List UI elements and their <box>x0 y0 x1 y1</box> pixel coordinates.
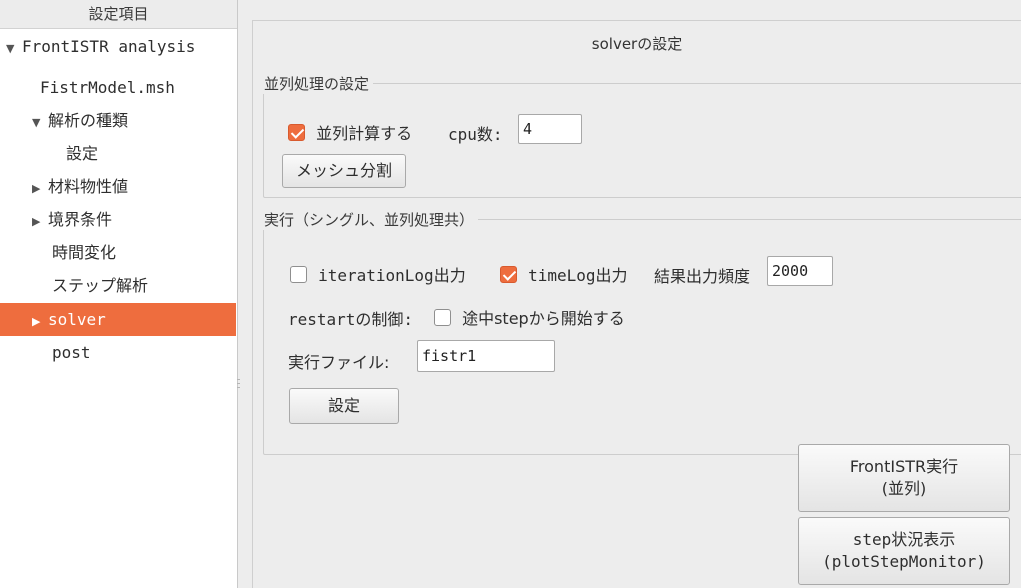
mesh-split-button[interactable]: メッシュ分割 <box>282 154 406 188</box>
set-button[interactable]: 設定 <box>289 388 399 424</box>
run-button-line2: (並列) <box>881 479 927 498</box>
tree-panel: 設定項目 ▼ FrontISTR analysis FistrModel.msh … <box>0 0 238 588</box>
frontistr-run-button[interactable]: FrontISTR実行 (並列) <box>798 444 1010 512</box>
tree-item-frontistr-analysis[interactable]: ▼ FrontISTR analysis <box>0 30 236 63</box>
expand-arrow-icon[interactable]: ▶ <box>32 172 48 205</box>
parallel-checkbox-row[interactable]: 並列計算する <box>288 120 412 144</box>
cpu-count-label: cpu数: <box>448 125 503 144</box>
iteration-log-label: iterationLog出力 <box>318 266 466 285</box>
time-log-label: timeLog出力 <box>528 266 628 285</box>
tree-item-boundary[interactable]: ▶ 境界条件 <box>0 203 236 236</box>
tree-item-label: FistrModel.msh <box>40 78 175 97</box>
time-log-checkbox-row[interactable]: timeLog出力 <box>500 262 628 286</box>
restart-checkbox-label: 途中stepから開始する <box>462 309 625 328</box>
tree-item-label: 材料物性値 <box>48 177 129 196</box>
tree-item-label: solver <box>48 310 106 329</box>
restart-checkbox-row[interactable]: 途中stepから開始する <box>434 305 625 329</box>
tree-item-label: post <box>52 343 91 362</box>
step-monitor-button[interactable]: step状況表示 (plotStepMonitor) <box>798 517 1010 585</box>
cpu-count-input[interactable]: 4 <box>518 114 582 144</box>
expand-arrow-icon[interactable]: ▶ <box>32 205 48 238</box>
parallel-checkbox[interactable] <box>288 123 305 141</box>
tree-item-post[interactable]: post <box>0 336 236 369</box>
tree-item-label: 解析の種類 <box>48 111 129 130</box>
expand-arrow-icon[interactable]: ▼ <box>6 32 22 65</box>
restart-control-label: restartの制御: <box>288 310 414 329</box>
parallel-checkbox-label: 並列計算する <box>316 124 413 143</box>
tree-item-solver[interactable]: ▶ solver <box>0 303 236 336</box>
tree-item-time-change[interactable]: 時間変化 <box>0 236 236 269</box>
expand-arrow-icon[interactable]: ▼ <box>32 106 48 139</box>
execution-settings-group: 実行（シングル、並列処理共） iterationLog出力 timeLog出力 … <box>262 209 1021 455</box>
exec-file-label: 実行ファイル: <box>288 353 390 372</box>
iteration-log-checkbox-row[interactable]: iterationLog出力 <box>290 262 466 286</box>
tree-item-material[interactable]: ▶ 材料物性値 <box>0 170 236 203</box>
tree-item-label: FrontISTR analysis <box>22 37 196 56</box>
panel-title: solverの設定 <box>591 35 683 53</box>
group-legend: 並列処理の設定 <box>262 73 374 94</box>
tree-item-label: ステップ解析 <box>52 276 149 295</box>
tree-item-fistrmodel-msh[interactable]: FistrModel.msh <box>0 71 236 104</box>
result-frequency-label: 結果出力頻度 <box>654 267 751 286</box>
time-log-checkbox[interactable] <box>500 265 517 283</box>
solver-settings-panel: solverの設定 並列処理の設定 並列計算する cpu数: 4 メッシュ分割 … <box>252 20 1021 588</box>
parallel-settings-group: 並列処理の設定 並列計算する cpu数: 4 メッシュ分割 <box>262 73 1021 198</box>
group-legend: 実行（シングル、並列処理共） <box>262 209 479 230</box>
splitter-handle[interactable] <box>236 376 241 394</box>
exec-file-input[interactable]: fistr1 <box>417 340 555 372</box>
tree-item-step-analysis[interactable]: ステップ解析 <box>0 269 236 302</box>
tree-item-analysis-type[interactable]: ▼ 解析の種類 <box>0 104 236 137</box>
monitor-button-line1: step状況表示 <box>852 530 956 549</box>
run-button-line1: FrontISTR実行 <box>849 457 959 476</box>
tree-item-label: 境界条件 <box>48 210 113 229</box>
restart-checkbox[interactable] <box>434 308 451 326</box>
iteration-log-checkbox[interactable] <box>290 265 307 283</box>
tree-header[interactable]: 設定項目 <box>0 0 237 29</box>
expand-arrow-icon[interactable]: ▶ <box>32 305 48 338</box>
tree-item-label: 設定 <box>66 144 99 163</box>
tree-item-label: 時間変化 <box>52 243 117 262</box>
result-frequency-input[interactable]: 2000 <box>767 256 833 286</box>
tree-item-settings[interactable]: 設定 <box>0 137 236 170</box>
monitor-button-line2: (plotStepMonitor) <box>822 552 986 571</box>
